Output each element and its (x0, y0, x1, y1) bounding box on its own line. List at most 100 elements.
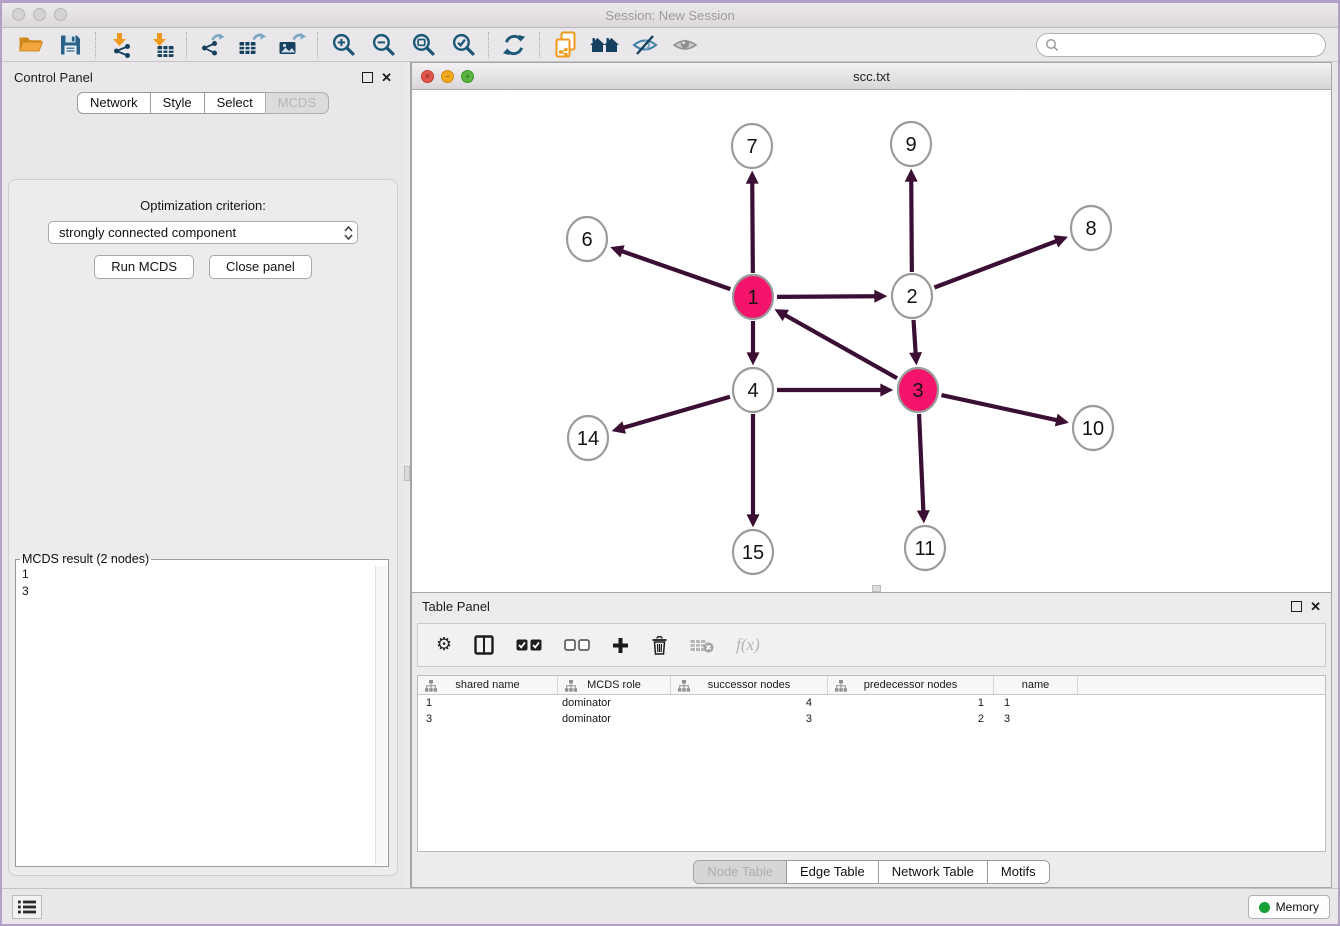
optimization-criterion-select[interactable]: strongly connected component (48, 221, 358, 244)
window-controls (12, 8, 67, 21)
close-panel-icon[interactable]: ✕ (381, 71, 392, 84)
zoom-out-icon[interactable] (363, 30, 403, 60)
graph-edge-3-1[interactable] (785, 315, 897, 378)
memory-button[interactable]: Memory (1248, 895, 1330, 919)
graph-edge-4-14[interactable] (624, 397, 730, 428)
main-area: Control Panel ✕ Network Style Select MCD… (2, 62, 1338, 888)
import-table-icon[interactable] (141, 30, 181, 60)
float-table-panel-icon[interactable] (1291, 601, 1302, 612)
select-stepper-icon (344, 226, 353, 240)
tab-edge-table[interactable]: Edge Table (786, 860, 879, 884)
table-toolbar: ⚙ (417, 623, 1326, 667)
zoom-in-icon[interactable] (323, 30, 363, 60)
column-header-predecessor-nodes[interactable]: predecessor nodes (828, 676, 994, 695)
memory-label: Memory (1276, 900, 1319, 914)
show-all-eye-icon[interactable] (665, 30, 705, 60)
graph-node-label: 3 (912, 380, 923, 402)
mcds-result-title: MCDS result (2 nodes) (20, 552, 151, 566)
graph-edge-1-7[interactable] (752, 183, 753, 273)
search-field[interactable] (1036, 33, 1326, 57)
graph-edge-3-11[interactable] (919, 414, 923, 511)
minimize-window-icon[interactable] (33, 8, 46, 21)
column-header-name[interactable]: name (994, 676, 1078, 695)
graph-edge-2-3[interactable] (914, 320, 916, 353)
table-tabs: Node Table Edge Table Network Table Moti… (412, 860, 1331, 884)
graph-node-label: 2 (906, 286, 917, 308)
graph-node-label: 10 (1082, 418, 1104, 440)
table-header-row: shared name MCDS role successor nodes (418, 676, 1325, 695)
table-panel-title: Table Panel (422, 599, 490, 614)
close-window-icon[interactable] (12, 8, 25, 21)
result-scrollbar[interactable] (375, 566, 387, 865)
task-history-button[interactable] (12, 895, 42, 919)
fit-content-icon[interactable] (403, 30, 443, 60)
settings-gear-icon[interactable]: ⚙ (436, 636, 452, 654)
minimize-network-icon[interactable]: − (441, 70, 454, 83)
float-panel-icon[interactable] (362, 72, 373, 83)
column-header-mcds-role[interactable]: MCDS role (558, 676, 671, 695)
run-mcds-button[interactable]: Run MCDS (94, 255, 194, 279)
horizontal-splitter-grip[interactable] (872, 585, 881, 592)
panel-splitter[interactable] (404, 62, 411, 888)
deselect-all-icon[interactable] (564, 639, 590, 651)
zoom-selected-icon[interactable] (443, 30, 483, 60)
graph-edge-1-2[interactable] (777, 296, 875, 297)
export-table-icon[interactable] (232, 30, 272, 60)
column-view-icon[interactable] (474, 635, 494, 655)
delete-column-trash-icon[interactable] (651, 636, 668, 655)
control-panel-tabs: Network Style Select MCDS (2, 92, 404, 114)
network-graph[interactable]: 7968124314101511 (412, 90, 1331, 592)
toolbar-separator (539, 32, 540, 58)
tab-select[interactable]: Select (204, 92, 266, 114)
add-column-icon[interactable] (612, 637, 629, 654)
graph-node-label: 7 (746, 136, 757, 158)
close-network-icon[interactable]: ✕ (421, 70, 434, 83)
network-view-window: ✕ − + scc.txt 7968124314101511 (411, 62, 1332, 593)
optimization-criterion-label: Optimization criterion: (9, 198, 397, 213)
tab-motifs[interactable]: Motifs (987, 860, 1050, 884)
app-title: Session: New Session (605, 8, 734, 23)
graph-node-label: 6 (581, 229, 592, 251)
network-window-titlebar: ✕ − + scc.txt (412, 63, 1331, 90)
toolbar-separator (95, 32, 96, 58)
open-session-icon[interactable] (10, 30, 50, 60)
tab-mcds[interactable]: MCDS (265, 92, 329, 114)
mcds-result-text[interactable]: 1 3 (22, 566, 374, 864)
search-input[interactable] (1064, 38, 1317, 52)
table-row[interactable]: 3 dominator 3 2 3 (418, 711, 1325, 727)
splitter-grip[interactable] (404, 466, 410, 481)
application-window: Session: New Session (0, 0, 1340, 926)
selected-option: strongly connected component (59, 225, 236, 240)
export-image-icon[interactable] (272, 30, 312, 60)
tab-style[interactable]: Style (150, 92, 205, 114)
tab-network-table[interactable]: Network Table (878, 860, 988, 884)
column-header-shared-name[interactable]: shared name (418, 676, 558, 695)
delete-table-icon[interactable] (690, 638, 714, 653)
tab-network[interactable]: Network (77, 92, 151, 114)
graph-edge-2-9[interactable] (911, 181, 912, 272)
graph-edge-1-6[interactable] (622, 251, 730, 289)
first-neighbors-icon[interactable] (585, 30, 625, 60)
save-session-icon[interactable] (50, 30, 90, 60)
network-canvas[interactable]: 7968124314101511 (412, 90, 1331, 592)
graph-edge-2-8[interactable] (934, 241, 1056, 287)
close-table-panel-icon[interactable]: ✕ (1310, 600, 1321, 613)
attribute-tree-icon (425, 680, 437, 692)
column-header-successor-nodes[interactable]: successor nodes (671, 676, 828, 695)
hide-selected-eye-icon[interactable] (625, 30, 665, 60)
control-panel: Control Panel ✕ Network Style Select MCD… (2, 62, 404, 888)
graph-edge-3-10[interactable] (941, 395, 1056, 420)
function-builder-icon[interactable]: f(x) (736, 635, 760, 655)
new-network-from-selection-icon[interactable] (545, 30, 585, 60)
table-panel: Table Panel ✕ ⚙ (411, 593, 1332, 888)
select-all-icon[interactable] (516, 639, 542, 651)
close-panel-button[interactable]: Close panel (209, 255, 312, 279)
zoom-window-icon[interactable] (54, 8, 67, 21)
table-row[interactable]: 1 dominator 4 1 1 (418, 695, 1325, 711)
import-network-icon[interactable] (101, 30, 141, 60)
export-network-icon[interactable] (192, 30, 232, 60)
maximize-network-icon[interactable]: + (461, 70, 474, 83)
graph-node-label: 15 (742, 542, 764, 564)
apply-layout-icon[interactable] (494, 30, 534, 60)
tab-node-table[interactable]: Node Table (693, 860, 787, 884)
